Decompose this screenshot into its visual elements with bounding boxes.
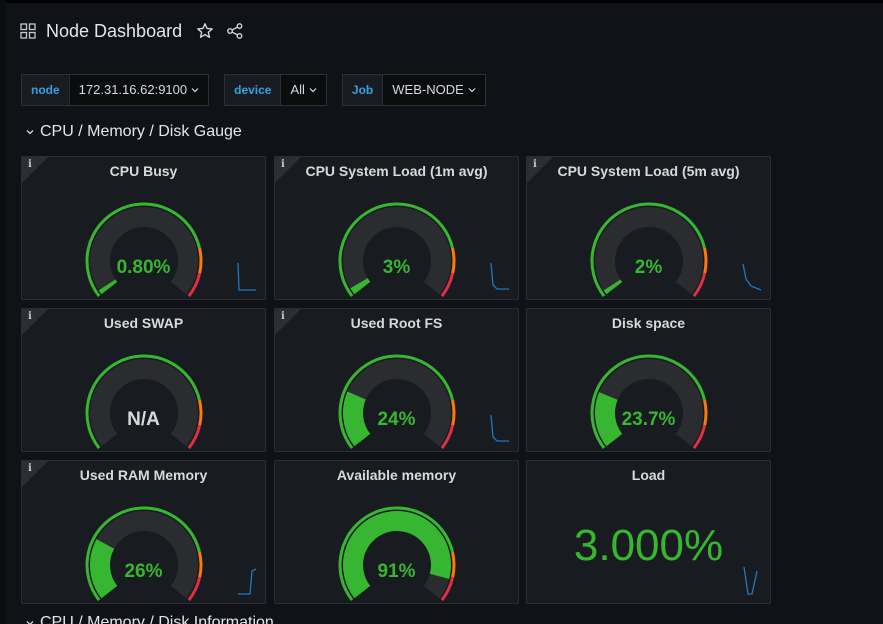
apps-icon[interactable] (20, 23, 36, 39)
sparkline (490, 414, 509, 442)
gauge-arc (85, 506, 203, 602)
row-header-gauge[interactable]: CPU / Memory / Disk Gauge (26, 122, 242, 142)
star-icon[interactable] (196, 22, 214, 40)
gauge-arc (590, 202, 708, 298)
job-variable-value: WEB-NODE (392, 82, 464, 97)
node-variable-value: 172.31.16.62:9100 (78, 82, 188, 97)
share-icon[interactable] (226, 22, 244, 40)
gauge-value: 3% (382, 257, 411, 278)
job-variable-select[interactable]: WEB-NODE (383, 74, 486, 106)
job-variable-label: Job (341, 74, 384, 106)
chevron-down-icon (309, 88, 317, 93)
panel-title[interactable]: Used RAM Memory (22, 467, 265, 483)
panel-title[interactable]: Disk space (527, 315, 770, 331)
panel-used-root-fs[interactable]: i Used Root FS 24% (274, 308, 519, 452)
panel-cpu-load-5m[interactable]: i CPU System Load (5m avg) 2% (526, 156, 771, 300)
chevron-down-icon (191, 88, 199, 93)
gauge-arc (85, 202, 203, 298)
dashboard-header: Node Dashboard (20, 18, 256, 44)
row-title: CPU / Memory / Disk Information (40, 614, 274, 624)
panel-used-swap[interactable]: i Used SWAP N/A (21, 308, 266, 452)
gauge-arc (338, 506, 456, 602)
gauge-value: 24% (377, 409, 416, 430)
panel-title[interactable]: CPU Busy (22, 163, 265, 179)
sparkline (238, 568, 257, 595)
panel-title[interactable]: Available memory (275, 467, 518, 483)
gauge-value: 2% (634, 257, 663, 278)
panel-cpu-busy[interactable]: i CPU Busy 0.80% (21, 156, 266, 300)
gauge-value: 26% (124, 561, 163, 582)
node-variable-label: node (21, 74, 70, 106)
sparkline (742, 263, 762, 291)
gauge-value: 0.80% (116, 257, 171, 278)
panel-title[interactable]: CPU System Load (5m avg) (527, 163, 770, 179)
gauge-value: N/A (127, 409, 160, 430)
panel-load[interactable]: Load 3.000% (526, 460, 771, 604)
gauge-fill (98, 279, 118, 295)
chevron-down-icon (26, 621, 34, 624)
panel-used-ram[interactable]: i Used RAM Memory 26% (21, 460, 266, 604)
gauge-value: 91% (377, 561, 416, 582)
chevron-down-icon (26, 130, 34, 135)
gauge-value: 23.7% (621, 409, 676, 430)
variable-bar: node 172.31.16.62:9100 device All Job WE… (21, 74, 501, 106)
panel-available-memory[interactable]: Available memory 91% (274, 460, 519, 604)
gauge-arc (85, 354, 203, 450)
chevron-down-icon (468, 88, 476, 93)
sparkline (490, 262, 509, 290)
panel-cpu-load-1m[interactable]: i CPU System Load (1m avg) 3% (274, 156, 519, 300)
panel-title[interactable]: Used SWAP (22, 315, 265, 331)
sparkline (237, 262, 256, 291)
gauge-arc (338, 354, 456, 450)
panel-title[interactable]: CPU System Load (1m avg) (275, 163, 518, 179)
panel-title[interactable]: Used Root FS (275, 315, 518, 331)
device-variable-label: device (224, 74, 282, 106)
window-left-border (0, 0, 6, 624)
gauge-arc (590, 354, 708, 450)
device-variable-value: All (290, 82, 305, 97)
panel-title[interactable]: Load (527, 467, 770, 483)
dashboard-title[interactable]: Node Dashboard (46, 21, 182, 42)
sparkline (743, 566, 758, 595)
device-variable-select[interactable]: All (281, 74, 327, 106)
gauge-arc (338, 202, 456, 298)
window-top-border (0, 0, 883, 3)
panel-disk-space[interactable]: Disk space 23.7% (526, 308, 771, 452)
node-variable-select[interactable]: 172.31.16.62:9100 (69, 74, 210, 106)
stat-value: 3.000% (573, 521, 724, 570)
row-title: CPU / Memory / Disk Gauge (40, 123, 242, 140)
row-header-info[interactable]: CPU / Memory / Disk Information (26, 613, 274, 624)
gauge-fill (603, 279, 623, 295)
gauge-fill (350, 278, 371, 295)
